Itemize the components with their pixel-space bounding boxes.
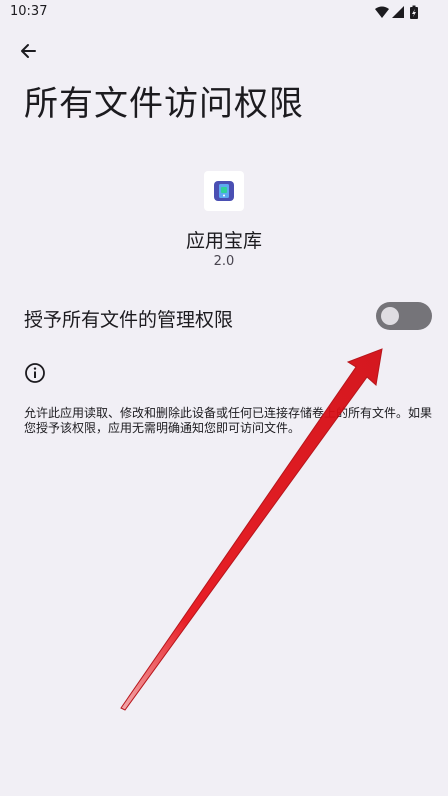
app-name: 应用宝库 xyxy=(185,230,262,252)
page-title: 所有文件访问权限 xyxy=(24,84,304,124)
toggle-thumb xyxy=(381,307,399,325)
info-icon xyxy=(25,363,45,383)
battery-charging-icon xyxy=(410,5,418,19)
manage-all-files-toggle[interactable] xyxy=(376,302,432,330)
setting-label: 授予所有文件的管理权限 xyxy=(24,309,234,331)
status-time: 10:37 xyxy=(10,4,48,19)
app-version: 2.0 xyxy=(213,254,235,269)
back-button[interactable] xyxy=(14,38,42,66)
app-icon xyxy=(204,171,244,211)
status-icons xyxy=(375,5,418,19)
cell-signal-icon xyxy=(392,6,404,18)
status-bar: 10:37 xyxy=(0,0,448,26)
app-store-icon xyxy=(214,181,234,201)
manage-all-files-setting[interactable]: 授予所有文件的管理权限 xyxy=(0,296,448,340)
permission-description: 允许此应用读取、修改和删除此设备或任何已连接存储卷上的所有文件。如果您授予该权限… xyxy=(24,406,433,435)
wifi-icon xyxy=(375,6,389,18)
arrow-back-icon xyxy=(21,44,36,58)
